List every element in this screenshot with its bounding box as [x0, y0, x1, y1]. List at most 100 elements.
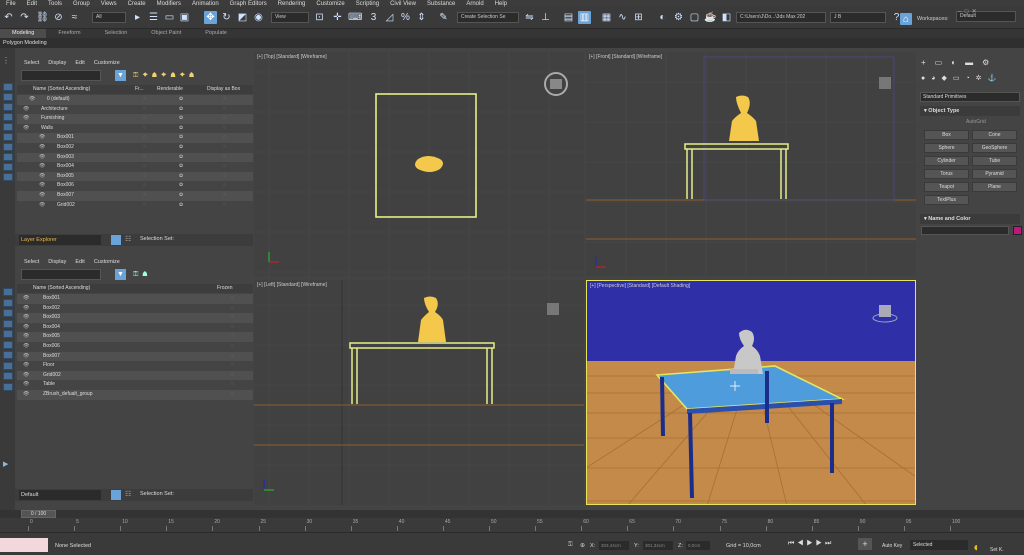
visibility-icon[interactable]: 👁 [39, 143, 45, 153]
explorer-tool-icon[interactable] [3, 173, 13, 181]
box-display-icon[interactable]: ◌ [223, 114, 226, 124]
place-icon[interactable]: ◉ [252, 11, 265, 24]
object-row[interactable]: 👁 Table ◌ [17, 380, 253, 390]
time-slider-track[interactable]: 0 / 100 [0, 510, 1024, 518]
auto-key-button[interactable]: Auto Key [882, 543, 902, 549]
frozen-icon[interactable]: ◌ [231, 313, 234, 323]
menu-graph-editors[interactable]: Graph Editors [230, 1, 267, 7]
visibility-icon[interactable]: 👁 [23, 342, 29, 352]
explorer-tool-icon[interactable] [3, 133, 13, 141]
key-filter-dropdown[interactable]: Selected [910, 540, 968, 550]
freeze-icon[interactable]: ◌ [143, 181, 146, 191]
object-color-swatch[interactable] [1013, 226, 1022, 235]
menu-scripting[interactable]: Scripting [356, 1, 379, 7]
box-display-icon[interactable]: ◌ [223, 201, 226, 211]
header-name-2[interactable]: Name (Sorted Ascending) [33, 284, 90, 293]
renderable-icon[interactable]: ✿ [179, 143, 183, 153]
create-box-button[interactable]: Box [924, 130, 969, 140]
keyboard-shortcut-icon[interactable]: ⌨ [348, 11, 362, 24]
render-setup-icon[interactable]: ⚙ [672, 11, 685, 24]
layer-row[interactable]: 👁 Box006 ◌ ✿ ◌ [17, 181, 253, 191]
explorer-tool-icon[interactable] [3, 298, 13, 307]
header-renderable[interactable]: Renderable [157, 85, 183, 94]
renderable-icon[interactable]: ✿ [179, 172, 183, 182]
object-type-rollout[interactable]: ▾ Object Type [920, 106, 1020, 116]
ribbon-tab-modeling[interactable]: Modeling [0, 29, 47, 38]
user-account-button[interactable]: J B [830, 12, 886, 23]
renderable-icon[interactable]: ✿ [179, 95, 183, 105]
explorer-tool-icon[interactable] [3, 103, 13, 111]
frozen-icon[interactable]: ◌ [231, 323, 234, 333]
toggle-ribbon-icon[interactable]: ▦ [600, 11, 613, 24]
explorer-tool-icon[interactable] [3, 351, 13, 359]
object-row[interactable]: 👁 Box001 ◌ [17, 294, 253, 304]
visibility-icon[interactable]: 👁 [39, 191, 45, 201]
layer-row[interactable]: 👁 Box001 ◌ ✿ ◌ [17, 133, 253, 143]
box-display-icon[interactable]: ◌ [223, 143, 226, 153]
visibility-icon[interactable]: 👁 [23, 124, 29, 134]
visibility-icon[interactable]: 👁 [23, 294, 29, 304]
filter-toggle-icons[interactable]: ⚿✦☗✦☗✦☗ [133, 70, 223, 81]
freeze-icon[interactable]: ◌ [143, 95, 146, 105]
box-display-icon[interactable]: ◌ [223, 172, 226, 182]
name-color-rollout[interactable]: ▾ Name and Color [920, 214, 1020, 224]
freeze-icon[interactable]: ◌ [143, 124, 146, 134]
menu-display-2[interactable]: Display [48, 259, 66, 265]
box-display-icon[interactable]: ◌ [223, 133, 226, 143]
renderable-icon[interactable]: ✿ [179, 133, 183, 143]
menu-create[interactable]: Create [128, 1, 146, 7]
rect-selection-icon[interactable]: ▭ [163, 11, 176, 24]
pivot-center-icon[interactable]: ⊡ [313, 11, 326, 24]
menu-select[interactable]: Select [24, 60, 39, 66]
layer-row[interactable]: 👁 Box004 ◌ ✿ ◌ [17, 162, 253, 172]
create-cylinder-button[interactable]: Cylinder [924, 156, 969, 166]
named-selection-set-dropdown[interactable]: Create Selection Se [457, 12, 519, 23]
y-coord-input[interactable]: 301,34cm [643, 541, 673, 550]
menu-modifiers[interactable]: Modifiers [157, 1, 181, 7]
select-manipulate-icon[interactable]: ✛ [331, 11, 344, 24]
mirror-icon[interactable]: ⇋ [523, 11, 536, 24]
frozen-icon[interactable]: ◌ [231, 304, 234, 314]
visibility-icon[interactable]: 👁 [23, 380, 29, 390]
layer-row[interactable]: 👁 Box007 ◌ ✿ ◌ [17, 191, 253, 201]
layer-row[interactable]: 👁 Box005 ◌ ✿ ◌ [17, 171, 253, 182]
select-by-name-icon[interactable]: ☰ [147, 11, 160, 24]
object-row[interactable]: 👁 Box007 ◌ [17, 351, 253, 362]
menu-edit[interactable]: Edit [27, 1, 37, 7]
explorer-tool-icon[interactable] [3, 113, 13, 121]
explorer-tool-icon[interactable] [3, 319, 13, 328]
visibility-icon[interactable]: 👁 [23, 352, 29, 362]
box-display-icon[interactable]: ◌ [223, 124, 226, 134]
redo-icon[interactable]: ↷ [18, 11, 31, 24]
frozen-icon[interactable]: ◌ [231, 342, 234, 352]
visibility-icon[interactable]: 👁 [23, 390, 29, 400]
list-icon-2[interactable]: ☷ [125, 490, 131, 498]
ribbon-tab-selection[interactable]: Selection [93, 29, 140, 38]
menu-rendering[interactable]: Rendering [278, 1, 306, 7]
visibility-icon[interactable]: 👁 [23, 371, 29, 381]
renderable-icon[interactable]: ✿ [179, 105, 183, 115]
toggle-scene-explorer-icon[interactable]: ▤ [562, 11, 575, 24]
visibility-icon[interactable]: 👁 [39, 153, 45, 163]
menu-display[interactable]: Display [48, 60, 66, 66]
explorer-tool-icon[interactable] [3, 123, 13, 131]
box-display-icon[interactable]: ◌ [223, 181, 226, 191]
visibility-icon[interactable]: 👁 [39, 162, 45, 172]
angle-snap-icon[interactable]: ◿ [383, 11, 396, 24]
primitive-type-dropdown[interactable]: Standard Primitives [920, 92, 1020, 102]
frozen-icon[interactable]: ◌ [231, 390, 234, 400]
spinner-snap-icon[interactable]: ⇕ [415, 11, 428, 24]
renderable-icon[interactable]: ✿ [179, 162, 183, 172]
layer-search-input[interactable] [21, 70, 101, 81]
header-frozen[interactable]: Frozen [217, 284, 233, 293]
curve-editor-icon[interactable]: ∿ [616, 11, 629, 24]
menu-edit[interactable]: Edit [75, 60, 84, 66]
box-display-icon[interactable]: ◌ [223, 162, 226, 172]
explorer-icon[interactable] [111, 490, 121, 500]
freeze-icon[interactable]: ◌ [143, 143, 146, 153]
ribbon-tab-populate[interactable]: Populate [193, 29, 239, 38]
object-row[interactable]: 👁 Box004 ◌ [17, 323, 253, 333]
object-row[interactable]: 👁 Box003 ◌ [17, 313, 253, 323]
menu-views[interactable]: Views [101, 1, 117, 7]
freeze-icon[interactable]: ◌ [143, 153, 146, 163]
